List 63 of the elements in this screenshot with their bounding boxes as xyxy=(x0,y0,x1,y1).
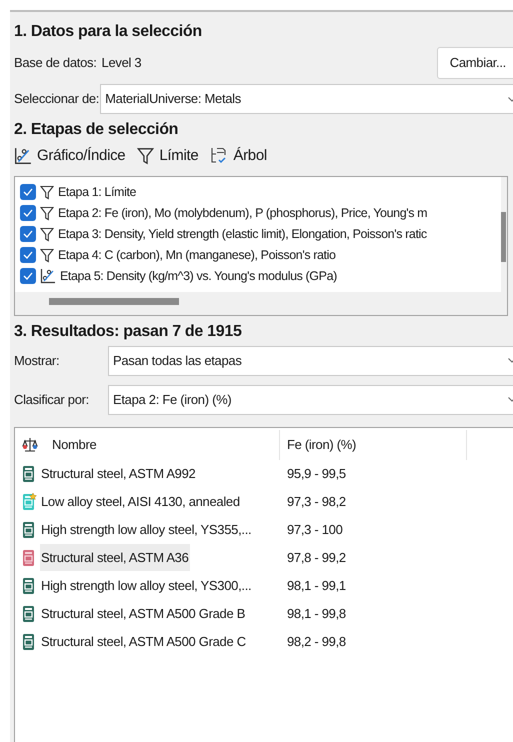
stage-label[interactable]: Etapa 5: Density (kg/m^3) vs. Young's modulus (GPa) xyxy=(60,266,337,286)
material-name[interactable]: Structural steel, ASTM A992 xyxy=(40,460,196,488)
stage-label[interactable]: Etapa 2: Fe (iron), Mo (molybdenum), P (phosphorus), Price, Young's m xyxy=(58,204,428,222)
change-button[interactable]: Cambiar... xyxy=(436,47,513,79)
stage-label[interactable]: Etapa 3: Density, Yield strength (elastic limit), Elongation, Poisson's ratic xyxy=(58,224,427,244)
column-header[interactable]: Nombre xyxy=(52,434,96,454)
stage-label[interactable]: Etapa 4: C (carbon), Mn (manganese), Poisson's ratio xyxy=(58,246,336,264)
checkbox[interactable] xyxy=(20,226,36,242)
chart-icon xyxy=(14,147,32,166)
filter-icon xyxy=(40,248,54,262)
show-label: Mostrar: xyxy=(14,352,60,370)
filter-icon xyxy=(137,147,154,166)
table-cell-text: 98,1 - 99,1 xyxy=(286,576,346,595)
checkmark-icon xyxy=(23,251,33,259)
checkmark-icon xyxy=(23,230,33,238)
table-cell-text: 95,9 - 99,5 xyxy=(286,464,346,483)
checkbox[interactable] xyxy=(20,247,36,263)
section-title: 2. Etapas de selección xyxy=(14,120,180,140)
chart-icon xyxy=(40,268,56,284)
chart-tool-button[interactable]: Gráfico/Índice xyxy=(14,145,126,168)
document-icon xyxy=(22,464,37,482)
starred-document-icon xyxy=(22,492,37,510)
material-name[interactable]: Low alloy steel, AISI 4130, annealed xyxy=(40,488,241,516)
table-cell-text: 98,2 - 99,8 xyxy=(286,632,346,651)
document-icon xyxy=(22,576,37,594)
limit-tool-button[interactable]: Límite xyxy=(137,145,198,168)
table-cell-text: 98,1 - 99,8 xyxy=(286,604,346,623)
material-name[interactable]: Structural steel, ASTM A36 xyxy=(40,544,190,572)
tree-icon xyxy=(210,147,228,166)
filter-icon xyxy=(40,184,54,200)
section-title: 3. Resultados: pasan 7 de 1915 xyxy=(14,322,243,342)
horizontal-scrollbar[interactable] xyxy=(49,298,179,304)
column-header[interactable]: Fe (iron) (%) xyxy=(287,434,356,454)
table-cell-text: 97,8 - 99,2 xyxy=(286,548,346,567)
balance-scale-icon xyxy=(22,436,38,452)
material-name[interactable]: High strength low alloy steel, YS300,... xyxy=(40,572,252,600)
material-name[interactable]: High strength low alloy steel, YS355,... xyxy=(40,516,252,544)
checkbox[interactable] xyxy=(20,268,36,284)
checkmark-icon xyxy=(23,188,33,196)
filter-icon xyxy=(40,206,54,220)
section-title: 1. Datos para la selección xyxy=(14,22,203,42)
material-name[interactable]: Structural steel, ASTM A500 Grade C xyxy=(40,628,247,656)
stage-label[interactable]: Etapa 1: Límite xyxy=(58,182,136,202)
select-from-label: Seleccionar de: xyxy=(14,90,100,108)
table-cell-text: 97,3 - 98,2 xyxy=(286,492,346,511)
checkmark-icon xyxy=(23,272,33,280)
table-cell-text: 97,3 - 100 xyxy=(286,520,343,539)
database-label: Base de datos: xyxy=(14,54,97,72)
document-icon xyxy=(22,604,37,622)
checkbox[interactable] xyxy=(20,205,36,221)
document-icon xyxy=(22,548,37,566)
sort-dropdown[interactable]: Etapa 2: Fe (iron) (%) xyxy=(108,384,513,414)
show-dropdown[interactable]: Pasan todas las etapas xyxy=(108,346,513,376)
filter-icon xyxy=(40,226,54,242)
document-icon xyxy=(22,632,37,650)
sort-label: Clasificar por: xyxy=(14,390,90,409)
checkmark-icon xyxy=(23,209,33,217)
document-icon xyxy=(22,520,37,538)
database-dropdown[interactable]: MaterialUniverse: Metals xyxy=(100,84,513,114)
tree-tool-button[interactable]: Árbol xyxy=(210,145,267,168)
checkbox[interactable] xyxy=(20,184,36,200)
database-value: Level 3 xyxy=(102,54,142,72)
material-name[interactable]: Structural steel, ASTM A500 Grade B xyxy=(40,600,246,628)
